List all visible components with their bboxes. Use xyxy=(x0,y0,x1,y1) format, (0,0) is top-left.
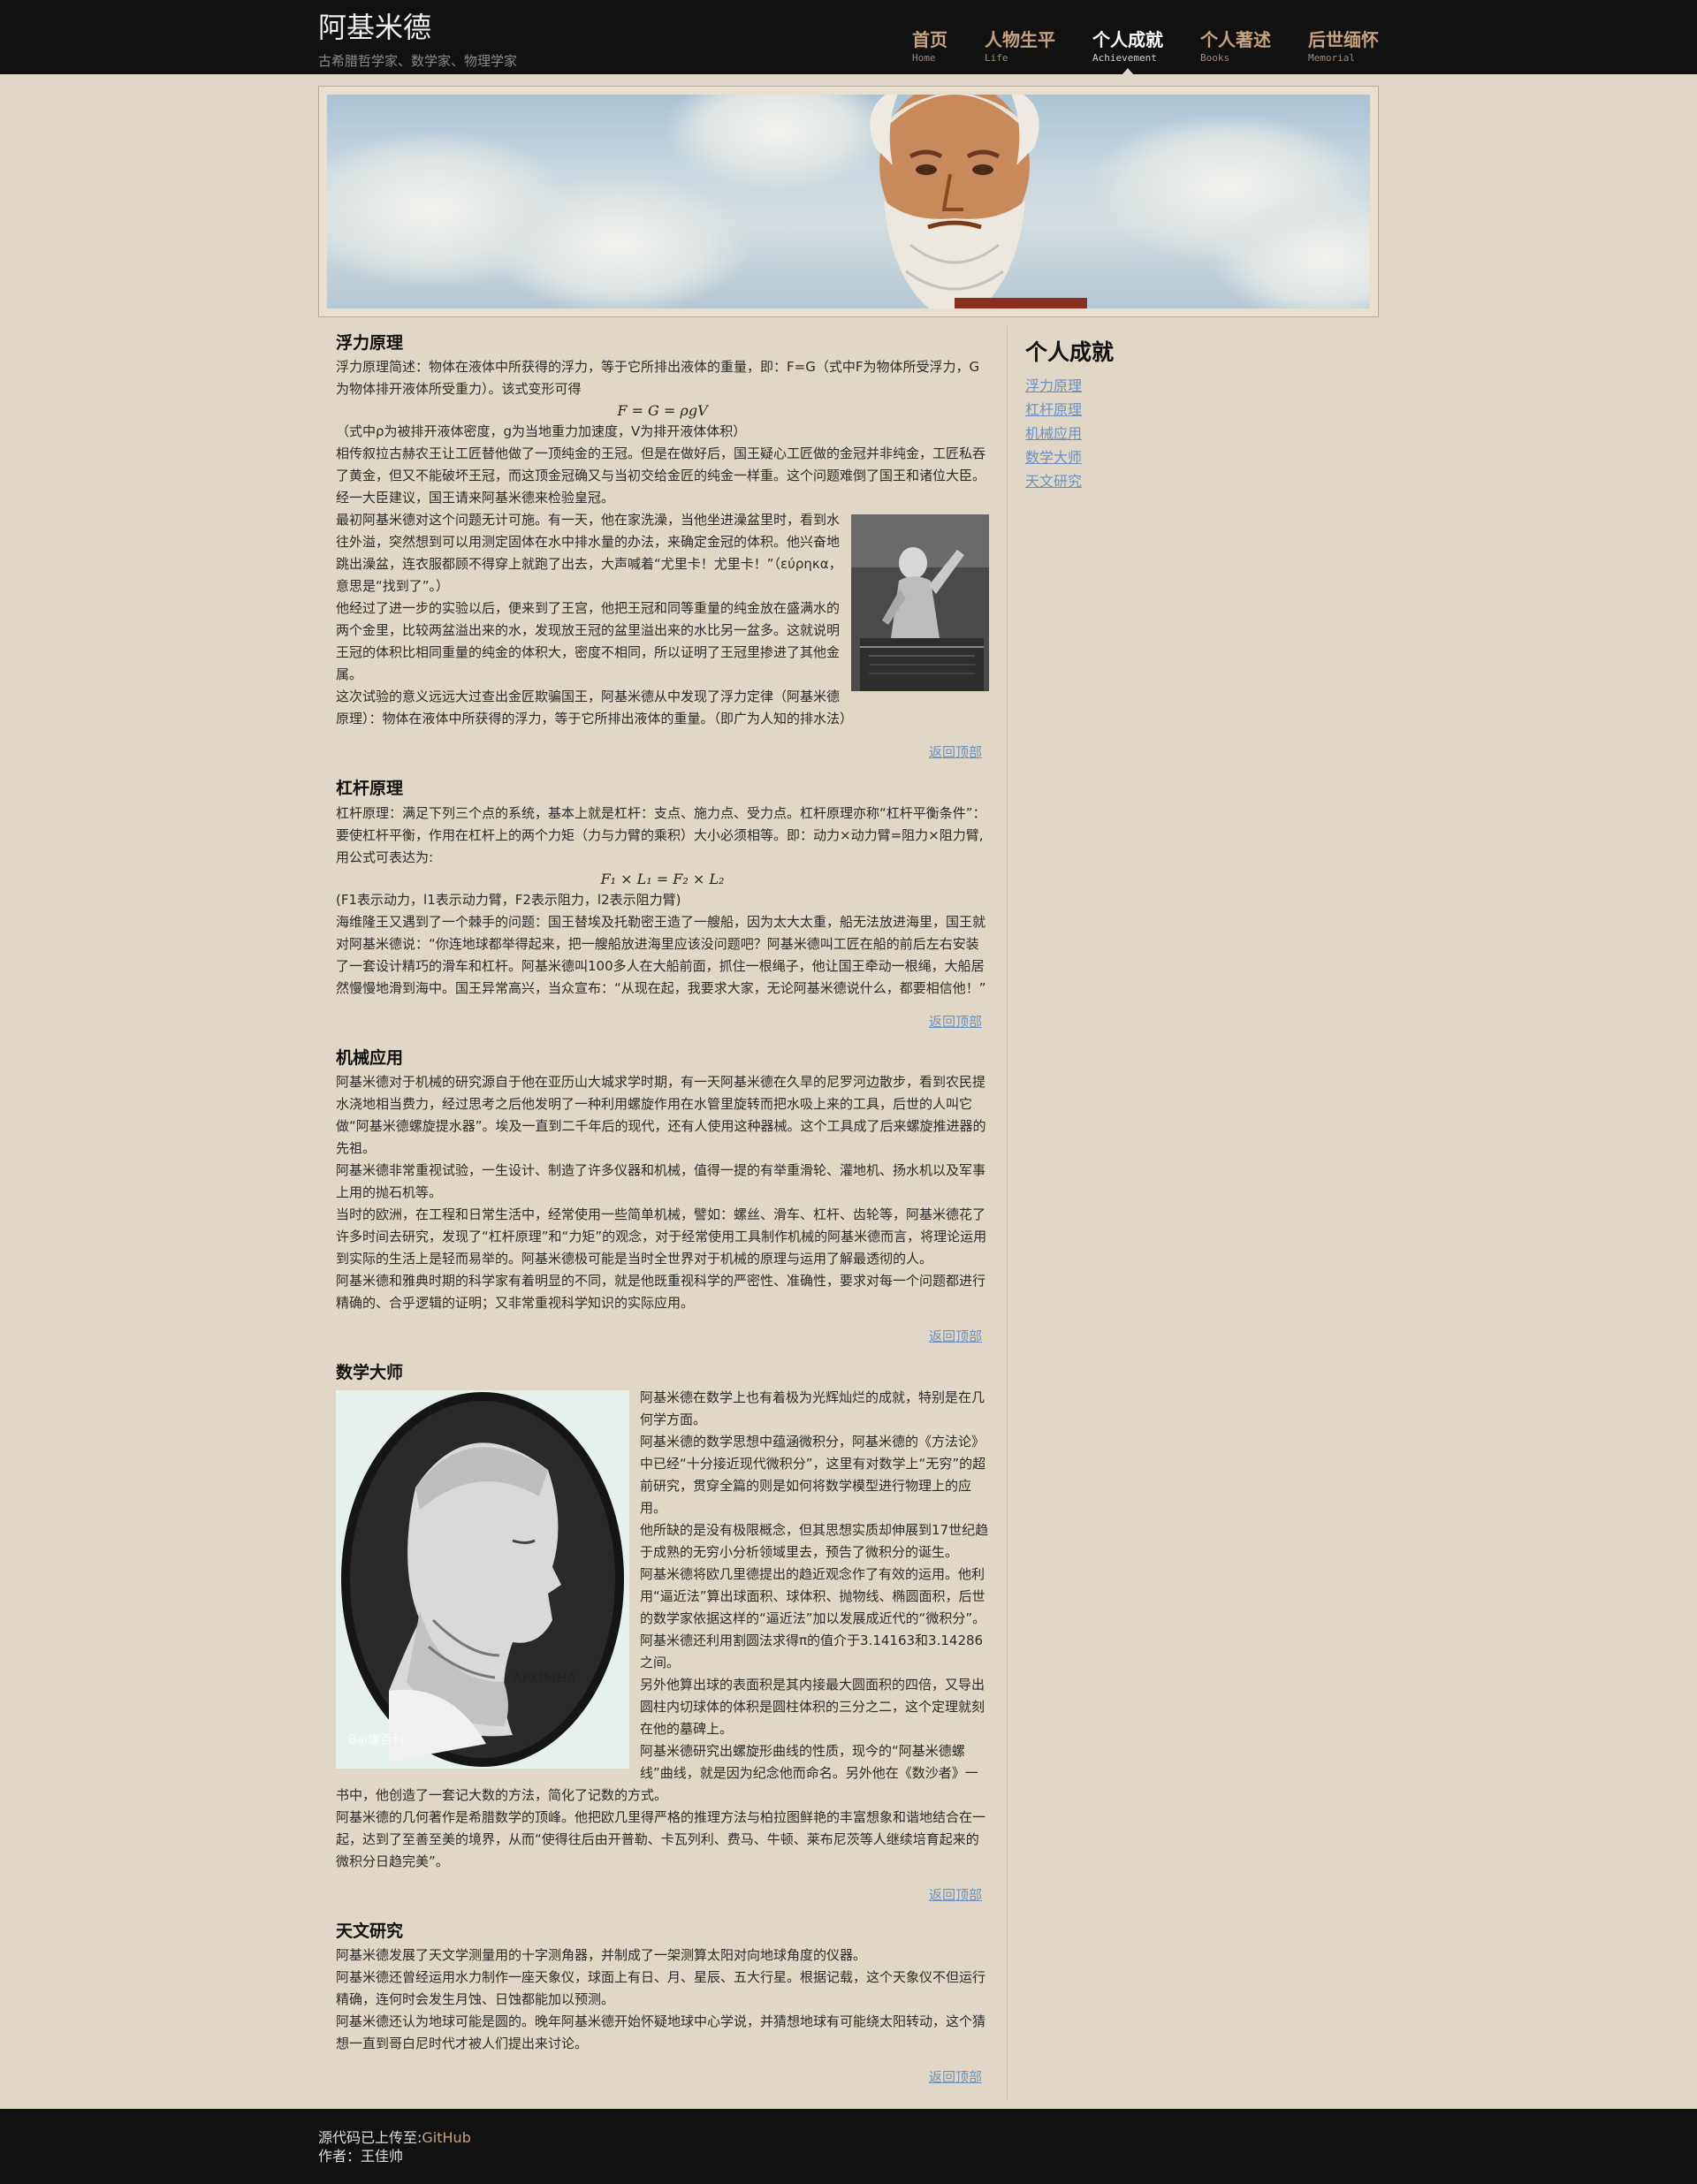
site-header: 阿基米德 古希腊哲学家、数学家、物理学家 首页 Home 人物生平 Life 个… xyxy=(0,0,1697,75)
sidebar-link-astronomy[interactable]: 天文研究 xyxy=(1025,469,1379,493)
section-title: 天文研究 xyxy=(336,1921,404,1941)
paragraph: 相传叙拉古赫农王让工匠替他做了一顶纯金的王冠。但是在做好后，国王疑心工匠做的金冠… xyxy=(336,445,986,506)
paragraph: 阿基米德的几何著作是希腊数学的顶峰。他把欧几里得严格的推理方法与柏拉图鲜艳的丰富… xyxy=(336,1808,986,1869)
main-nav: 首页 Home 人物生平 Life 个人成就 Achievement 个人著述 … xyxy=(912,29,1379,75)
paragraph: 阿基米德还曾经运用水力制作一座天象仪，球面上有日、月、星辰、五大行星。根据记载，… xyxy=(336,1968,986,2007)
nav-memorial[interactable]: 后世缅怀 Memorial xyxy=(1308,30,1379,64)
nav-label: 个人著述 xyxy=(1200,29,1271,50)
nav-sublabel: Memorial xyxy=(1308,52,1355,64)
nav-books[interactable]: 个人著述 Books xyxy=(1200,30,1271,64)
footer-source-prefix: 源代码已上传至: xyxy=(318,2128,422,2146)
lever-formula: F₁ × L₁ = F₂ × L₂ xyxy=(600,870,725,887)
nav-sublabel: Achievement xyxy=(1092,52,1157,64)
sidebar-link-buoyancy[interactable]: 浮力原理 xyxy=(1025,374,1379,398)
paragraph: 阿基米德和雅典时期的科学家有着明显的不同，就是他既重视科学的严密性、准确性，要求… xyxy=(336,1273,986,1312)
portrait-watermark: Bai度百科 xyxy=(348,1733,405,1747)
section-machinery: 机械应用 阿基米德对于机械的研究源自于他在亚历山大城求学时期，有一天阿基米德在久… xyxy=(336,1045,989,1345)
github-link[interactable]: GitHub xyxy=(422,2129,470,2146)
back-to-top-link[interactable]: 返回顶部 xyxy=(336,742,989,761)
paragraph: 阿基米德非常重视试验，一生设计、制造了许多仪器和机械，值得一提的有举重滑轮、灌地… xyxy=(336,1162,986,1201)
back-to-top-link[interactable]: 返回顶部 xyxy=(336,1012,989,1031)
paragraph: 当时的欧洲，在工程和日常生活中，经常使用一些简单机械，譬如：螺丝、滑车、杠杆、齿… xyxy=(336,1206,987,1267)
main-content: 浮力原理 浮力原理简述：物体在液体中所获得的浮力，等于它所排出液体的重量，即：F… xyxy=(318,326,1008,2100)
section-math: 数学大师 ΑΡΧΙΜΗΔ Bai度百科 阿基米德在数学上也有着极为光辉灿烂的成就… xyxy=(336,1359,989,1903)
site-subtitle: 古希腊哲学家、数学家、物理学家 xyxy=(318,53,518,69)
paragraph: 杠杆原理：满足下列三个点的系统，基本上就是杠杆：支点、施力点、受力点。杠杆原理亦… xyxy=(336,804,986,865)
nav-label: 人物生平 xyxy=(985,29,1055,50)
nav-life[interactable]: 人物生平 Life xyxy=(985,30,1055,64)
paragraph: (F1表示动力，l1表示动力臂，F2表示阻力，l2表示阻力臂) xyxy=(336,891,681,908)
paragraph: 阿基米德发展了天文学测量用的十字测角器，并制成了一架测算太阳对向地球角度的仪器。 xyxy=(336,1946,867,1963)
nav-achievement[interactable]: 个人成就 Achievement xyxy=(1092,29,1163,75)
site-title: 阿基米德 xyxy=(318,11,432,44)
site-footer: 源代码已上传至:GitHub 作者：王佳帅 xyxy=(0,2108,1697,2184)
sidebar: 个人成就 浮力原理 杠杆原理 机械应用 数学大师 天文研究 xyxy=(1008,326,1379,2100)
back-to-top-link[interactable]: 返回顶部 xyxy=(336,1327,989,1345)
section-title: 浮力原理 xyxy=(336,333,404,353)
sidebar-link-lever[interactable]: 杠杆原理 xyxy=(1025,398,1379,422)
nav-label: 首页 xyxy=(912,29,947,50)
section-lever: 杠杆原理 杠杆原理：满足下列三个点的系统，基本上就是杠杆：支点、施力点、受力点。… xyxy=(336,775,989,1030)
section-title: 杠杆原理 xyxy=(336,779,404,799)
footer-author: 作者：王佳帅 xyxy=(318,2147,404,2165)
nav-home[interactable]: 首页 Home xyxy=(912,30,947,64)
archimedes-portrait-image: ΑΡΧΙΜΗΔ Bai度百科 xyxy=(336,1389,629,1769)
nav-label: 后世缅怀 xyxy=(1308,29,1379,50)
paragraph: 浮力原理简述：物体在液体中所获得的浮力，等于它所排出液体的重量，即：F=G（式中… xyxy=(336,359,980,398)
nav-sublabel: Home xyxy=(912,52,936,64)
portrait-inscription: ΑΡΧΙΜΗΔ xyxy=(512,1671,576,1686)
paragraph: 这次试验的意义远远大过查出金匠欺骗国王，阿基米德从中发现了浮力定律（阿基米德原理… xyxy=(336,689,854,727)
nav-sublabel: Life xyxy=(985,52,1008,64)
buoyancy-formula: F = G = ρgV xyxy=(617,402,708,420)
section-title: 数学大师 xyxy=(336,1363,404,1383)
section-buoyancy: 浮力原理 浮力原理简述：物体在液体中所获得的浮力，等于它所排出液体的重量，即：F… xyxy=(336,330,989,761)
triangle-up-icon xyxy=(1122,68,1134,75)
nav-sublabel: Books xyxy=(1200,52,1230,64)
paragraph: （式中ρ为被排开液体密度，g为当地重力加速度，V为排开液体体积） xyxy=(336,423,747,440)
sidebar-title: 个人成就 xyxy=(1025,339,1115,365)
banner-painting-image xyxy=(327,95,1370,308)
banner xyxy=(318,86,1379,317)
section-astronomy: 天文研究 阿基米德发展了天文学测量用的十字测角器，并制成了一架测算太阳对向地球角… xyxy=(336,1918,989,2086)
sidebar-link-machinery[interactable]: 机械应用 xyxy=(1025,422,1379,445)
paragraph: 海维隆王又遇到了一个棘手的问题：国王替埃及托勒密王造了一艘船，因为太大太重，船无… xyxy=(336,913,986,996)
bearded-figure-illustration xyxy=(870,95,1087,308)
paragraph: 阿基米德对于机械的研究源自于他在亚历山大城求学时期，有一天阿基米德在久旱的尼罗河… xyxy=(336,1074,986,1157)
nav-label: 个人成就 xyxy=(1092,29,1163,50)
sidebar-link-math[interactable]: 数学大师 xyxy=(1025,445,1379,469)
back-to-top-link[interactable]: 返回顶部 xyxy=(336,2067,989,2086)
footer-source-line: 源代码已上传至:GitHub xyxy=(318,2128,1379,2147)
section-title: 机械应用 xyxy=(336,1047,404,1068)
paragraph: 阿基米德还认为地球可能是圆的。晚年阿基米德开始怀疑地球中心学说，并猜想地球有可能… xyxy=(336,2013,986,2051)
bathing-statue-image xyxy=(851,514,989,692)
back-to-top-link[interactable]: 返回顶部 xyxy=(336,1885,989,1904)
